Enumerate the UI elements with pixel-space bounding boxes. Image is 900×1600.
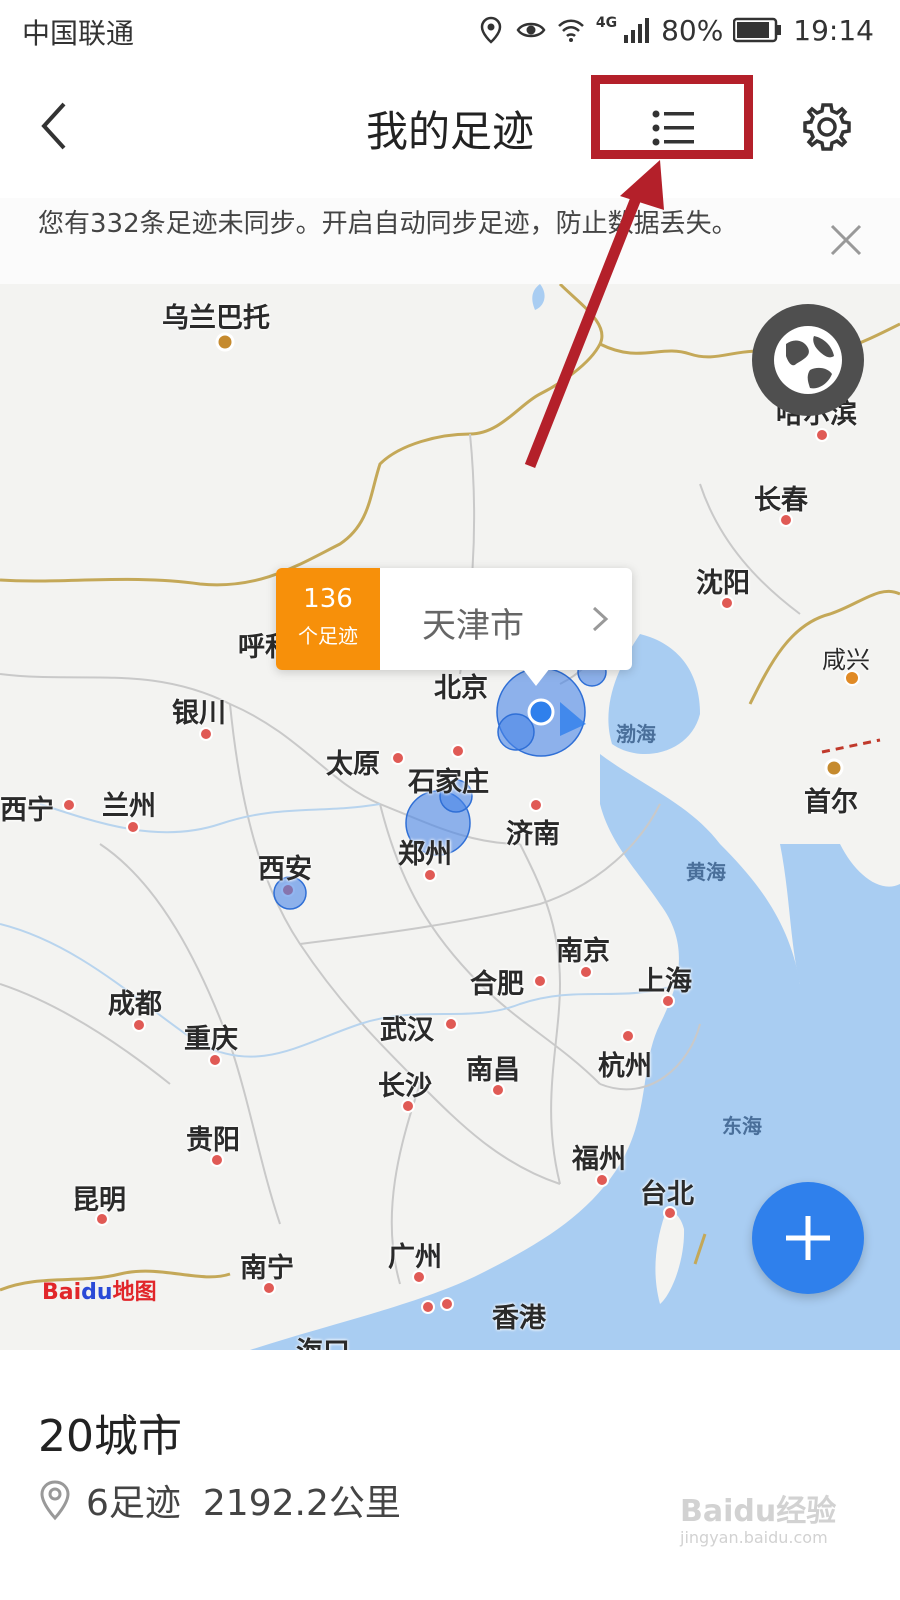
city-label: 首尔 [804,787,858,818]
baidu-map-logo: Baidu地图 [42,1280,157,1305]
city-label: 贵阳 [186,1125,240,1156]
status-bar: 中国联通 4G 80% 19:14 [0,0,900,60]
clock: 19:14 [793,13,874,47]
status-indicators: 4G 80% 19:14 [476,10,874,50]
page-title: 我的足迹 [365,107,534,156]
city-label: 兰州 [102,791,156,822]
footprint-unit: 个足迹 [298,624,358,648]
globe-view-button[interactable] [752,304,864,416]
distance-text: 2192.2公里 [202,1483,401,1524]
city-label: 石家庄 [408,767,489,798]
city-label: 台北 [640,1179,694,1210]
watermark-logo: Baidu经验 [680,1494,837,1529]
signal-icon [624,18,650,43]
city-label: 广州 [388,1242,442,1273]
city-label: 南京 [556,936,610,967]
top-nav-bar: 我的足迹 [0,60,900,199]
close-icon[interactable] [828,222,864,258]
footprint-stats: 6足迹 2192.2公里 [38,1478,401,1524]
city-label: 福州 [572,1144,626,1175]
sea-label: 黄海 [686,860,726,884]
city-label: 南昌 [466,1055,520,1086]
city-label: 长春 [754,485,808,516]
battery-percent: 80% [661,13,724,47]
city-label: 咸兴 [822,646,870,674]
footprint-count-text: 6足迹 [86,1483,181,1524]
city-label: 武汉 [380,1015,434,1046]
watermark-url: jingyan.baidu.com [680,1528,828,1547]
city-label: 北京 [434,673,488,704]
location-pin-icon [40,1480,70,1521]
popup-pointer [522,668,550,686]
city-label: 长沙 [378,1071,432,1102]
city-label: 郑州 [398,839,452,870]
location-icon [480,16,502,44]
sync-banner-text: 您有332条足迹未同步。开启自动同步足迹，防止数据丢失。 [38,209,738,239]
footprint-summary-panel[interactable]: 20城市 6足迹 2192.2公里 Baidu经验 jingyan.baidu.… [0,1350,900,1600]
city-label: 香港 [492,1303,546,1334]
city-label: 西安 [258,854,312,885]
city-label: 昆明 [72,1185,126,1216]
city-label: 成都 [108,989,162,1020]
city-label: 海口 [296,1330,350,1350]
chevron-right-icon [592,606,609,632]
city-label: 济南 [506,819,560,850]
gear-icon[interactable] [800,100,854,154]
city-label: 重庆 [184,1024,238,1055]
popup-city-name: 天津市 [422,606,524,646]
eye-icon [516,22,546,38]
globe-icon [774,326,842,394]
sync-banner: 您有332条足迹未同步。开启自动同步足迹，防止数据丢失。 [0,198,900,284]
wifi-icon [557,19,584,42]
city-label: 西宁 [0,795,54,826]
city-label: 上海 [638,966,692,997]
highlight-box-annotation [591,75,753,159]
sea-label: 渤海 [616,722,656,746]
footprint-count-badge: 136 个足迹 [276,568,380,670]
sea-label: 东海 [722,1114,762,1138]
city-label: 乌兰巴托 [162,303,270,334]
plus-icon [786,1216,830,1260]
city-label: 南宁 [240,1253,294,1284]
app-screen: 中国联通 4G 80% 19:14 我的足迹 您有332条足迹未同步。开启自动同… [0,0,900,1600]
city-label: 杭州 [598,1051,652,1082]
city-label: 沈阳 [696,568,750,599]
footprint-map[interactable]: 乌兰巴托 哈尔滨 长春 沈阳 咸兴 呼和 北京 银川 太原 石家庄 西宁 兰州 … [0,284,900,1350]
network-type: 4G [595,15,618,31]
carrier-label: 中国联通 [22,17,135,50]
city-count: 20城市 [38,1411,182,1462]
battery-icon [733,17,782,43]
footprint-count: 136 [303,584,353,614]
city-label: 合肥 [470,969,524,1000]
city-label: 银川 [172,698,226,729]
city-label: 太原 [326,749,380,780]
city-popup[interactable]: 136 个足迹 天津市 [276,568,632,686]
add-footprint-button[interactable] [752,1182,864,1294]
